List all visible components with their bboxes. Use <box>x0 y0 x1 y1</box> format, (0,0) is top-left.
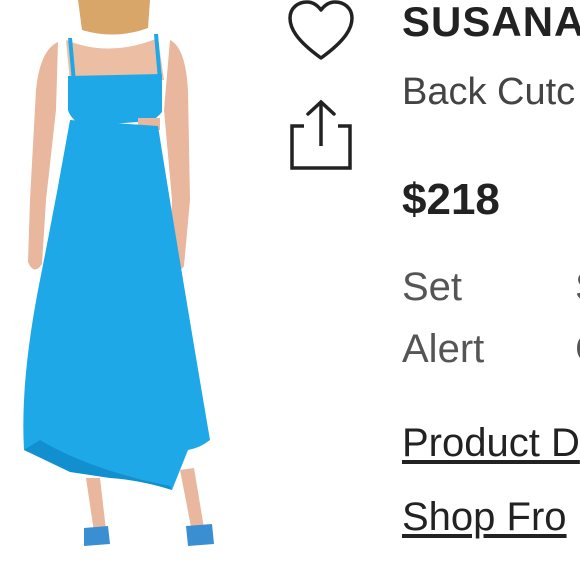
set-alert-label-line1[interactable]: Set <box>402 264 462 310</box>
product-image[interactable] <box>0 0 270 580</box>
model-leg-right <box>180 468 204 532</box>
heart-icon[interactable] <box>286 0 356 64</box>
product-title: Back Cutc <box>402 71 576 113</box>
adjacent-option-line2[interactable]: C <box>575 326 580 372</box>
product-price: $218 <box>402 175 500 224</box>
shop-from-link[interactable]: Shop Fro <box>402 494 567 540</box>
brand-name[interactable]: SUSANA <box>402 0 580 44</box>
adjacent-option-line1[interactable]: S <box>575 264 580 310</box>
set-alert-label-line2[interactable]: Alert <box>402 326 484 372</box>
share-icon[interactable] <box>284 96 358 176</box>
shoe-right <box>186 524 214 546</box>
product-page: SUSANA Back Cutc $218 Set Alert S C Prod… <box>0 0 580 580</box>
model-leg-left <box>86 478 106 532</box>
product-details-link[interactable]: Product D <box>402 420 580 466</box>
model-hair <box>78 0 150 35</box>
shoe-left <box>84 526 110 546</box>
